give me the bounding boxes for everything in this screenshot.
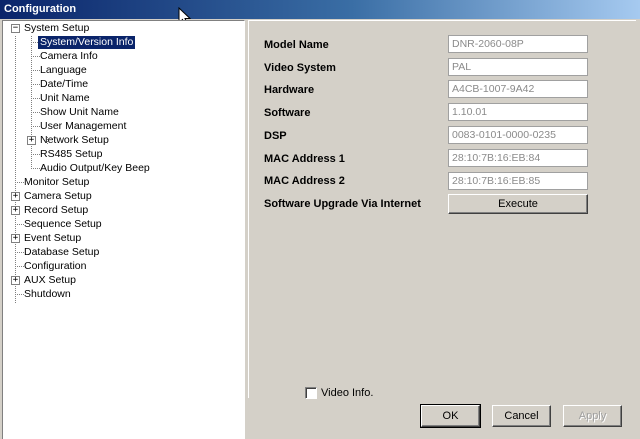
software-label: Software bbox=[264, 107, 311, 119]
tree-item-label: Database Setup bbox=[24, 246, 100, 258]
tree-item-camera-info[interactable]: Camera Info bbox=[38, 50, 100, 63]
mac-address-1-label: MAC Address 1 bbox=[264, 153, 345, 165]
expand-toggle-camera-setup[interactable]: + bbox=[11, 192, 20, 201]
tree-item-language[interactable]: Language bbox=[38, 64, 89, 77]
tree-item-label: Camera Setup bbox=[24, 190, 92, 202]
tree-item-label: Audio Output/Key Beep bbox=[40, 162, 150, 174]
tree-item-aux-setup[interactable]: AUX Setup bbox=[22, 274, 78, 287]
tree-item-shutdown[interactable]: Shutdown bbox=[22, 288, 73, 301]
tree-item-configuration[interactable]: Configuration bbox=[22, 260, 88, 273]
tree-item-date-time[interactable]: Date/Time bbox=[38, 78, 90, 91]
tree-item-system-version-info[interactable]: System/Version Info bbox=[36, 35, 137, 50]
software-field: 1.10.01 bbox=[448, 103, 588, 121]
window-title: Configuration bbox=[4, 3, 77, 15]
tree-item-unit-name[interactable]: Unit Name bbox=[38, 92, 92, 105]
tree-item-label: System/Version Info bbox=[36, 35, 137, 50]
tree-item-label: AUX Setup bbox=[24, 274, 76, 286]
video-info-checkbox[interactable] bbox=[305, 387, 317, 399]
tree-item-label: RS485 Setup bbox=[40, 148, 103, 160]
tree-item-show-unit-name[interactable]: Show Unit Name bbox=[38, 106, 121, 119]
model-name-field: DNR-2060-08P bbox=[448, 35, 588, 53]
title-bar[interactable]: Configuration bbox=[0, 0, 640, 19]
execute-button[interactable]: Execute bbox=[448, 194, 588, 214]
software-upgrade-label: Software Upgrade Via Internet bbox=[264, 198, 421, 210]
video-info-label: Video Info. bbox=[321, 387, 374, 399]
tree-item-sequence-setup[interactable]: Sequence Setup bbox=[22, 218, 104, 231]
tree-item-label: Network Setup bbox=[40, 134, 109, 146]
tree-item-label: Monitor Setup bbox=[24, 176, 90, 188]
tree-item-label: Date/Time bbox=[40, 78, 89, 90]
tree-item-label: System Setup bbox=[24, 22, 90, 34]
tree-item-audio-output[interactable]: Audio Output/Key Beep bbox=[38, 162, 152, 175]
video-system-field: PAL bbox=[448, 58, 588, 76]
hardware-label: Hardware bbox=[264, 84, 315, 96]
tree-item-user-management[interactable]: User Management bbox=[38, 120, 128, 133]
mac-address-2-field: 28:10:7B:16:EB:85 bbox=[448, 172, 588, 190]
dsp-field: 0083-0101-0000-0235 bbox=[448, 126, 588, 144]
system-info-pane: Model Name DNR-2060-08P Video System PAL… bbox=[248, 20, 640, 439]
dsp-label: DSP bbox=[264, 130, 287, 142]
apply-button[interactable]: Apply bbox=[563, 405, 622, 427]
tree-item-label: Language bbox=[40, 64, 87, 76]
model-name-label: Model Name bbox=[264, 39, 329, 51]
tree-line-system bbox=[31, 36, 32, 169]
mac-address-1-field: 28:10:7B:16:EB:84 bbox=[448, 149, 588, 167]
hardware-field: A4CB-1007-9A42 bbox=[448, 80, 588, 98]
expand-toggle-aux-setup[interactable]: + bbox=[11, 276, 20, 285]
video-system-label: Video System bbox=[264, 62, 336, 74]
tree-item-rs485-setup[interactable]: RS485 Setup bbox=[38, 148, 104, 161]
tree-item-network-setup[interactable]: Network Setup bbox=[38, 134, 111, 147]
tree-item-label: Sequence Setup bbox=[24, 218, 102, 230]
expand-toggle-record-setup[interactable]: + bbox=[11, 206, 20, 215]
cancel-button[interactable]: Cancel bbox=[492, 405, 551, 427]
expand-toggle-event-setup[interactable]: + bbox=[11, 234, 20, 243]
expand-toggle-network-setup[interactable]: + bbox=[27, 136, 36, 145]
tree-item-event-setup[interactable]: Event Setup bbox=[22, 232, 83, 245]
tree-item-database-setup[interactable]: Database Setup bbox=[22, 246, 101, 259]
tree-item-label: Event Setup bbox=[24, 232, 82, 244]
expand-toggle-system-setup[interactable]: − bbox=[11, 24, 20, 33]
tree-item-record-setup[interactable]: Record Setup bbox=[22, 204, 90, 217]
tree-line-root bbox=[15, 36, 16, 303]
tree-item-label: User Management bbox=[40, 120, 127, 132]
tree-item-system-setup[interactable]: System Setup bbox=[22, 22, 91, 35]
tree-item-label: Unit Name bbox=[40, 92, 90, 104]
ok-button[interactable]: OK bbox=[420, 404, 481, 428]
tree-item-label: Shutdown bbox=[24, 288, 71, 300]
configuration-window: Configuration − + + + + + System Setup S… bbox=[0, 0, 640, 439]
tree-item-label: Configuration bbox=[24, 260, 87, 272]
info-panel: Model Name DNR-2060-08P Video System PAL… bbox=[248, 20, 636, 398]
settings-tree[interactable]: − + + + + + System Setup System/Version … bbox=[2, 20, 245, 439]
tree-item-label: Show Unit Name bbox=[40, 106, 119, 118]
tree-item-camera-setup[interactable]: Camera Setup bbox=[22, 190, 94, 203]
tree-item-label: Camera Info bbox=[40, 50, 98, 62]
mac-address-2-label: MAC Address 2 bbox=[264, 175, 345, 187]
tree-item-label: Record Setup bbox=[24, 204, 89, 216]
tree-item-monitor-setup[interactable]: Monitor Setup bbox=[22, 176, 91, 189]
